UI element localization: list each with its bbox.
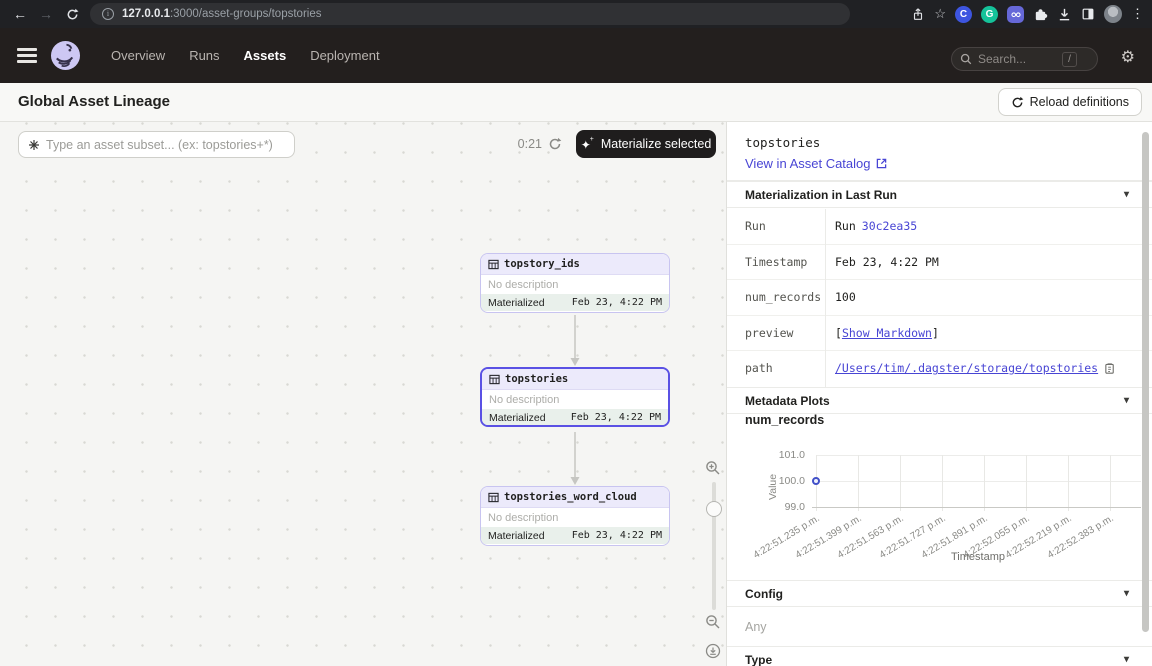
reload-definitions-button[interactable]: Reload definitions xyxy=(998,88,1142,116)
browser-reload-icon[interactable] xyxy=(60,0,84,28)
browser-back-icon[interactable]: ← xyxy=(8,0,32,28)
table-row-num-records: num_records 100 xyxy=(727,280,1152,316)
section-type: Type ▾ xyxy=(727,646,1152,666)
dagster-logo[interactable] xyxy=(50,40,81,71)
asset-details-panel: topstories View in Asset Catalog Materia… xyxy=(726,122,1152,666)
asset-table-icon xyxy=(489,374,500,385)
nav-item-deployment[interactable]: Deployment xyxy=(310,48,379,63)
asset-node-status: Materialized xyxy=(489,412,546,424)
password-manager-extension-icon[interactable]: C xyxy=(955,6,972,23)
external-link-icon xyxy=(876,158,887,169)
data-point xyxy=(812,477,820,485)
page-title: Global Asset Lineage xyxy=(18,93,170,110)
table-row-preview: preview [Show Markdown] xyxy=(727,316,1152,352)
view-in-asset-catalog-link[interactable]: View in Asset Catalog xyxy=(745,156,887,171)
refresh-icon xyxy=(1011,96,1024,109)
y-tick: 99.0 xyxy=(759,501,805,513)
global-search[interactable]: / xyxy=(951,47,1098,71)
app-navbar: Overview Runs Assets Deployment / ⚙ xyxy=(0,28,1152,83)
asset-filter-input-wrapper xyxy=(18,131,295,158)
asset-node-description: No description xyxy=(481,508,669,527)
table-row-run: Run Run30c2ea35 xyxy=(727,209,1152,245)
table-row-path: path /Users/tim/.dagster/storage/topstor… xyxy=(727,351,1152,387)
browser-forward-icon[interactable]: → xyxy=(34,0,58,28)
page-header: Global Asset Lineage Reload definitions xyxy=(0,83,1152,122)
collapse-caret-icon[interactable]: ▾ xyxy=(1124,654,1129,665)
y-tick: 101.0 xyxy=(759,449,805,461)
x-axis-label: Timestamp xyxy=(883,551,1073,563)
slash-shortcut-badge: / xyxy=(1062,52,1077,67)
downloads-icon[interactable] xyxy=(1057,7,1072,22)
refresh-timer: 0:21 xyxy=(512,131,542,158)
browser-profile-avatar[interactable] xyxy=(1104,5,1122,23)
section-config: Config ▾ xyxy=(727,580,1152,607)
asset-filter-input[interactable] xyxy=(46,138,276,152)
copy-icon[interactable] xyxy=(1104,363,1116,376)
zoom-out-icon[interactable] xyxy=(705,614,721,630)
collapse-caret-icon[interactable]: ▾ xyxy=(1124,189,1129,200)
materialize-selected-button[interactable]: ✦+ Materialize selected xyxy=(576,130,716,158)
url-text: 127.0.0.1:3000/asset-groups/topstories xyxy=(122,8,321,20)
extensions-puzzle-icon[interactable] xyxy=(1033,7,1048,22)
asset-graph-canvas[interactable]: 0:21 ✦+ Materialize selected topstory_id… xyxy=(0,122,726,666)
nav-item-overview[interactable]: Overview xyxy=(111,48,165,63)
nav-item-runs[interactable]: Runs xyxy=(189,48,219,63)
asset-node-status: Materialized xyxy=(488,297,545,309)
asset-table-icon xyxy=(488,492,499,503)
zoom-slider-handle[interactable] xyxy=(706,501,722,517)
search-icon xyxy=(960,53,972,65)
section-materialization-last-run: Materialization in Last Run ▾ xyxy=(727,181,1152,208)
sparkle-icon: ✦+ xyxy=(581,137,595,151)
path-link[interactable]: /Users/tim/.dagster/storage/topstories xyxy=(835,351,1098,387)
asset-node-status: Materialized xyxy=(488,530,545,542)
selected-asset-name: topstories xyxy=(745,135,820,150)
asset-node-name: topstories xyxy=(505,373,568,385)
zoom-in-icon[interactable] xyxy=(705,460,721,476)
edge-topstory-ids-to-topstories xyxy=(569,315,581,367)
collapse-caret-icon[interactable]: ▾ xyxy=(1124,588,1129,599)
grammarly-extension-icon[interactable]: G xyxy=(981,6,998,23)
edge-topstories-to-word-cloud xyxy=(569,432,581,486)
section-metadata-plots: Metadata Plots ▾ xyxy=(727,387,1152,414)
config-value: Any xyxy=(745,620,767,634)
show-markdown-link[interactable]: Show Markdown xyxy=(842,316,932,352)
asset-subset-icon xyxy=(28,139,40,151)
glasses-extension-icon[interactable] xyxy=(1007,6,1024,23)
y-tick: 100.0 xyxy=(759,475,805,487)
search-input[interactable] xyxy=(978,52,1056,66)
graph-refresh-icon[interactable] xyxy=(548,137,562,151)
plot-title: num_records xyxy=(745,413,824,427)
asset-node-topstories-word-cloud[interactable]: topstories_word_cloud No description Mat… xyxy=(480,486,670,546)
address-bar[interactable]: i 127.0.0.1:3000/asset-groups/topstories xyxy=(90,3,850,25)
panel-scrollbar[interactable] xyxy=(1142,132,1149,632)
asset-node-timestamp: Feb 23, 4:22 PM xyxy=(572,297,662,308)
browser-chrome: ← → i 127.0.0.1:3000/asset-groups/topsto… xyxy=(0,0,1152,28)
asset-node-topstory-ids[interactable]: topstory_ids No description Materialized… xyxy=(480,253,670,313)
asset-node-topstories[interactable]: topstories No description Materialized F… xyxy=(480,367,670,427)
hamburger-menu-icon[interactable] xyxy=(17,48,37,63)
collapse-caret-icon[interactable]: ▾ xyxy=(1124,395,1129,406)
site-info-icon[interactable]: i xyxy=(102,8,114,20)
asset-table-icon xyxy=(488,259,499,270)
asset-node-name: topstory_ids xyxy=(504,258,580,270)
browser-menu-icon[interactable]: ⋮ xyxy=(1131,6,1144,22)
asset-node-timestamp: Feb 23, 4:22 PM xyxy=(572,530,662,541)
asset-node-timestamp: Feb 23, 4:22 PM xyxy=(571,412,661,423)
asset-node-description: No description xyxy=(481,275,669,294)
table-row-timestamp: Timestamp Feb 23, 4:22 PM xyxy=(727,245,1152,281)
fit-view-icon[interactable] xyxy=(705,643,721,659)
bookmark-star-icon[interactable]: ☆ xyxy=(934,6,946,22)
asset-node-description: No description xyxy=(482,390,668,409)
settings-gear-icon[interactable]: ⚙ xyxy=(1121,47,1135,67)
share-icon[interactable] xyxy=(911,7,925,22)
reader-mode-icon[interactable] xyxy=(1081,7,1095,21)
materialization-metadata-table: Run Run30c2ea35 Timestamp Feb 23, 4:22 P… xyxy=(727,209,1152,387)
asset-node-name: topstories_word_cloud xyxy=(504,491,637,503)
nav-item-assets[interactable]: Assets xyxy=(244,48,287,63)
run-id-link[interactable]: 30c2ea35 xyxy=(862,209,917,245)
